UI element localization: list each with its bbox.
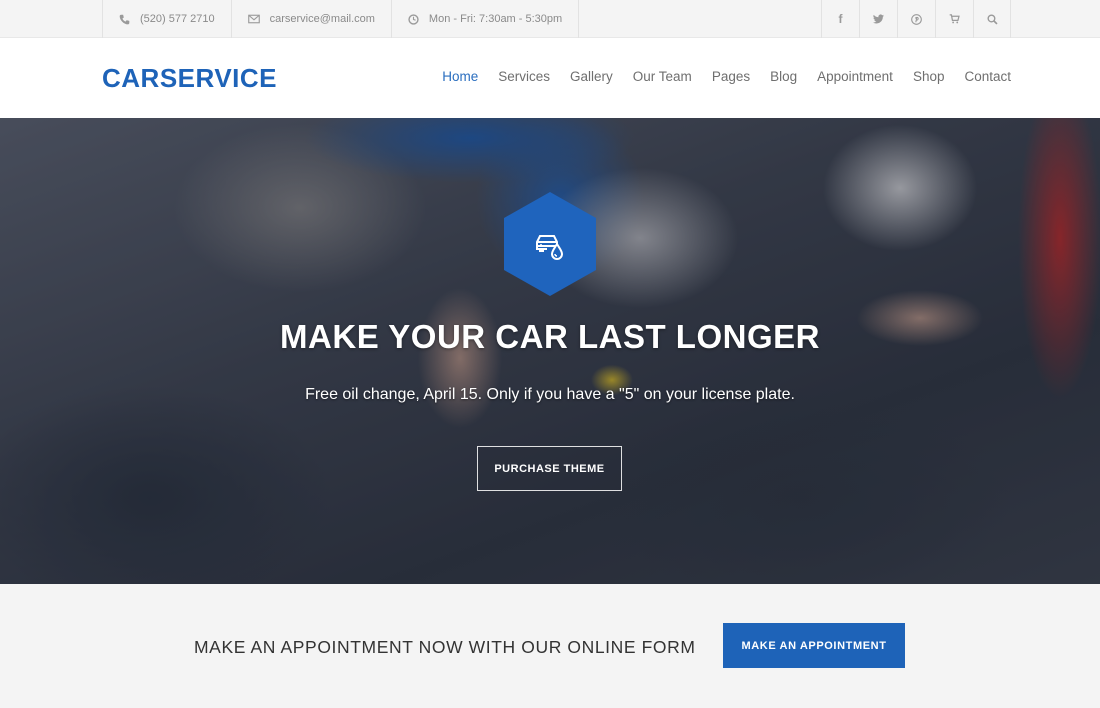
- pinterest-link[interactable]: [897, 0, 935, 38]
- phone-icon: [119, 14, 130, 24]
- phone-info: (520) 577 2710: [102, 0, 231, 38]
- email-info[interactable]: carservice@mail.com: [230, 0, 391, 38]
- cart-icon: [949, 14, 960, 24]
- envelope-icon: [247, 14, 260, 24]
- make-appointment-button[interactable]: MAKE AN APPOINTMENT: [723, 623, 905, 668]
- purchase-theme-button[interactable]: PURCHASE THEME: [477, 446, 622, 491]
- top-bar: (520) 577 2710 carservice@mail.com Mon -…: [0, 0, 1100, 38]
- facebook-icon: f: [838, 12, 843, 26]
- opening-hours: Mon - Fri: 7:30am - 5:30pm: [428, 13, 563, 25]
- main-nav: Home Services Gallery Our Team Pages Blo…: [422, 69, 1011, 84]
- nav-shop[interactable]: Shop: [913, 69, 945, 84]
- twitter-link[interactable]: [859, 0, 897, 38]
- hours-info: Mon - Fri: 7:30am - 5:30pm: [390, 0, 580, 38]
- site-logo[interactable]: CARSERVICE: [102, 63, 277, 94]
- twitter-icon: [873, 14, 884, 24]
- contact-info: (520) 577 2710 carservice@mail.com Mon -…: [102, 0, 580, 38]
- nav-pages[interactable]: Pages: [712, 69, 750, 84]
- nav-contact[interactable]: Contact: [964, 69, 1011, 84]
- search-button[interactable]: [973, 0, 1011, 38]
- facebook-link[interactable]: f: [821, 0, 859, 38]
- pinterest-icon: [911, 13, 922, 25]
- site-header: CARSERVICE Home Services Gallery Our Tea…: [0, 38, 1100, 118]
- social-links: f: [821, 0, 1011, 38]
- cart-link[interactable]: [935, 0, 973, 38]
- hero-title: MAKE YOUR CAR LAST LONGER: [280, 318, 820, 355]
- email-address[interactable]: carservice@mail.com: [270, 13, 375, 25]
- cta-text: MAKE AN APPOINTMENT NOW WITH OUR ONLINE …: [194, 637, 696, 657]
- search-icon: [986, 13, 998, 25]
- clock-icon: [408, 13, 419, 25]
- phone-number: (520) 577 2710: [140, 13, 215, 25]
- nav-appointment[interactable]: Appointment: [817, 69, 893, 84]
- appointment-cta: MAKE AN APPOINTMENT NOW WITH OUR ONLINE …: [0, 584, 1100, 708]
- hero-section: MAKE YOUR CAR LAST LONGER Free oil chang…: [0, 118, 1100, 584]
- nav-blog[interactable]: Blog: [770, 69, 797, 84]
- nav-gallery[interactable]: Gallery: [570, 69, 613, 84]
- hero-subtitle: Free oil change, April 15. Only if you h…: [305, 386, 795, 403]
- nav-our-team[interactable]: Our Team: [633, 69, 692, 84]
- car-oil-drop-icon: [536, 235, 564, 260]
- nav-services[interactable]: Services: [498, 69, 550, 84]
- nav-home[interactable]: Home: [442, 69, 478, 84]
